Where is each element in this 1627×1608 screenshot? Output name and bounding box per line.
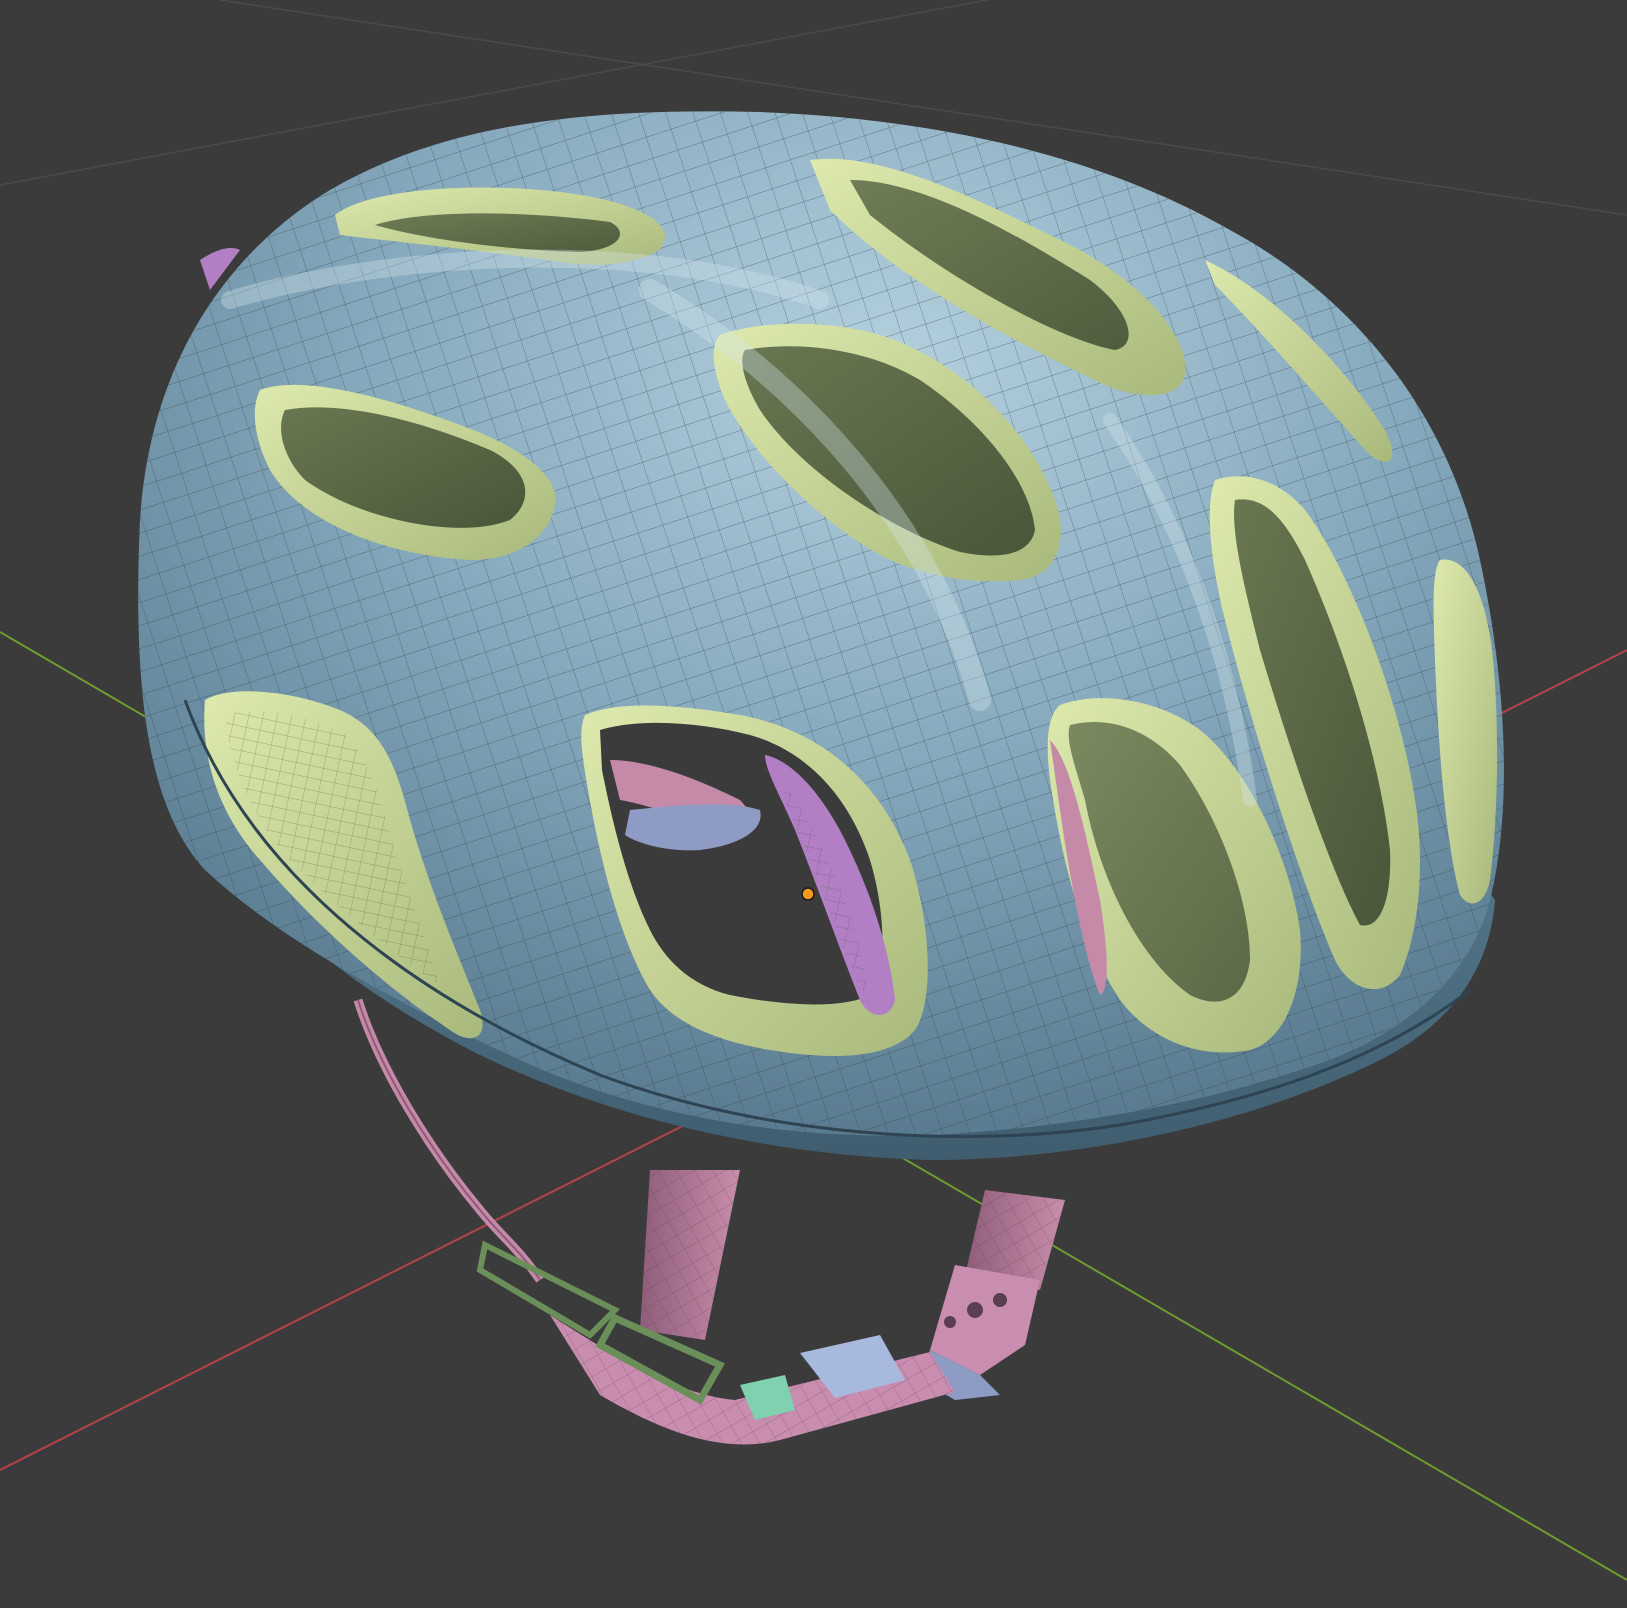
buckle-hole — [993, 1293, 1007, 1307]
rear-buckle-frame — [476, 1240, 621, 1339]
3d-viewport[interactable] — [0, 0, 1627, 1608]
buckle-hole — [967, 1302, 983, 1318]
buckle-hole — [944, 1316, 956, 1328]
origin-dot-icon[interactable] — [801, 887, 815, 901]
helmet-shell[interactable] — [100, 80, 1550, 1180]
viewport-scene[interactable] — [0, 0, 1627, 1608]
